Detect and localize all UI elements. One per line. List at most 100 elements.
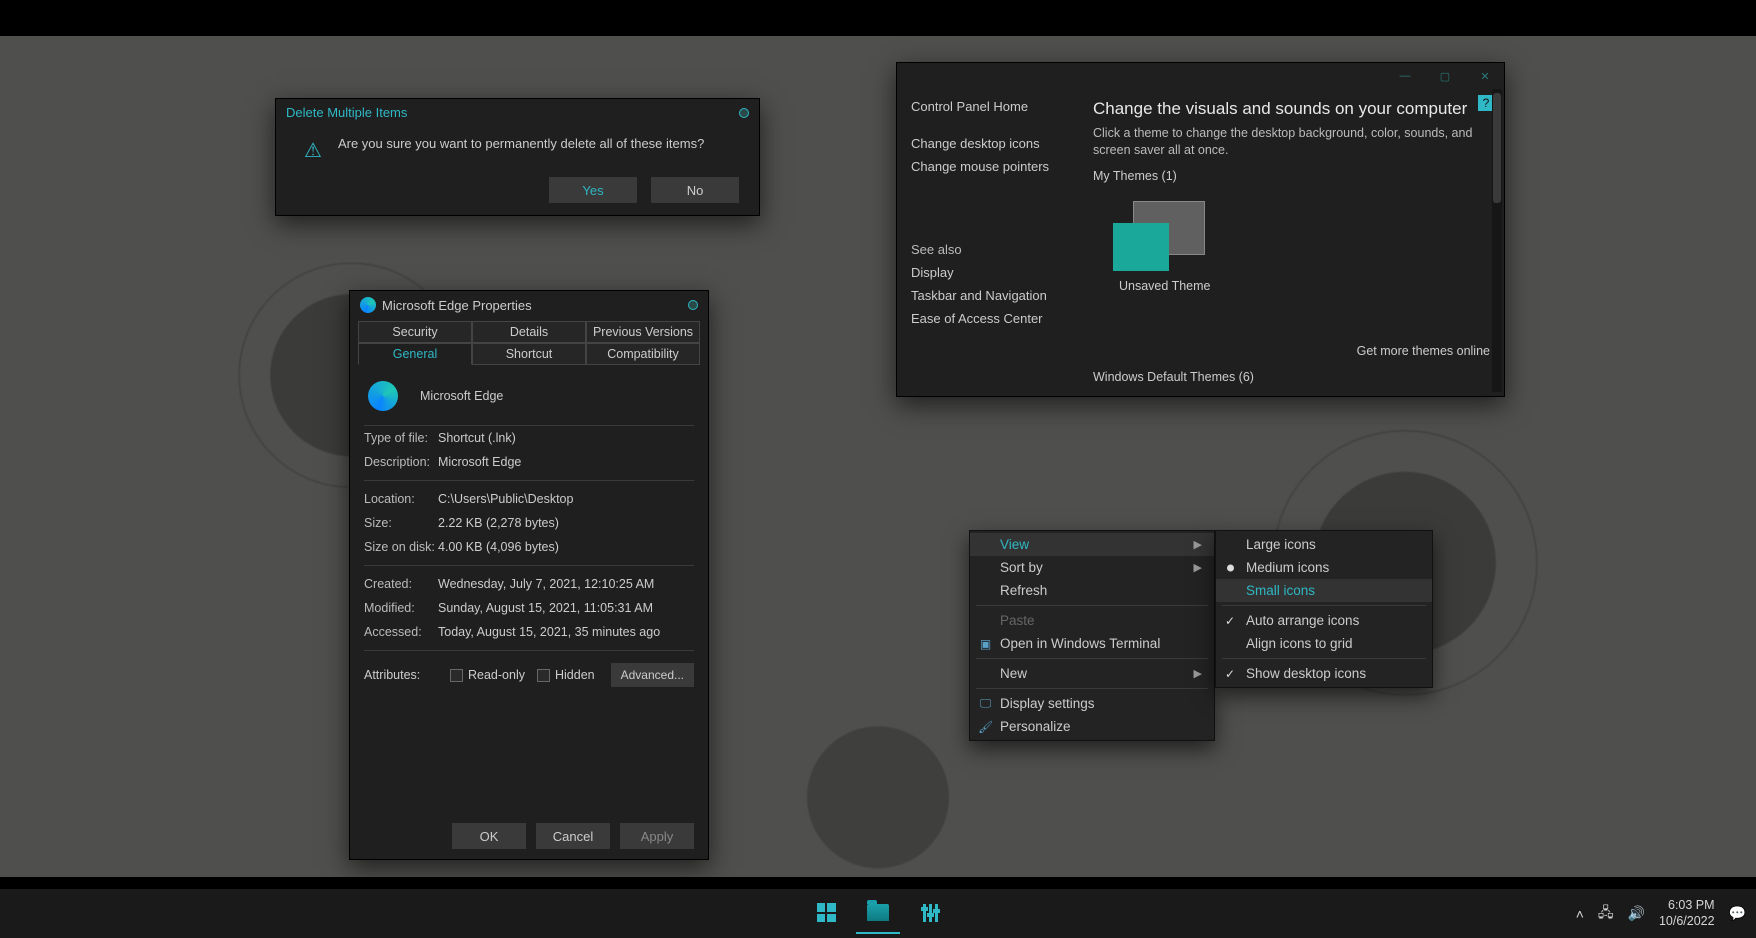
readonly-checkbox[interactable]: Read-only — [450, 668, 525, 682]
chevron-up-icon[interactable]: ˄ — [1576, 906, 1584, 922]
close-icon[interactable] — [688, 300, 698, 310]
network-icon[interactable]: 🖧 — [1598, 902, 1614, 926]
theme-name: Unsaved Theme — [1119, 277, 1494, 293]
windows-icon — [817, 903, 836, 922]
yes-button[interactable]: Yes — [549, 177, 637, 203]
maximize-icon[interactable]: ▢ — [1438, 69, 1452, 83]
control-panel-subtext: Click a theme to change the desktop back… — [1093, 125, 1494, 159]
tab-details[interactable]: Details — [472, 321, 586, 343]
separator — [976, 605, 1208, 606]
label-size-on-disk: Size on disk: — [364, 540, 438, 554]
separator — [1222, 605, 1426, 606]
no-button[interactable]: No — [651, 177, 739, 203]
chevron-right-icon: ▶ — [1194, 667, 1202, 680]
value-location: C:\Users\Public\Desktop — [438, 492, 573, 506]
desktop-context-menu: View▶ Sort by▶ Refresh Paste ▣Open in Wi… — [969, 530, 1215, 741]
chevron-right-icon: ▶ — [1194, 561, 1202, 574]
menu-display-settings[interactable]: 🖵Display settings — [970, 692, 1214, 715]
label-attributes: Attributes: — [364, 668, 438, 682]
chevron-right-icon: ▶ — [1194, 538, 1202, 551]
advanced-button[interactable]: Advanced... — [611, 663, 694, 687]
label-created: Created: — [364, 577, 438, 591]
submenu-show-desktop-icons[interactable]: ✓Show desktop icons — [1216, 662, 1432, 685]
properties-tabs: Security Details Previous Versions Gener… — [350, 319, 708, 365]
see-also-heading: See also — [911, 238, 1073, 261]
menu-refresh[interactable]: Refresh — [970, 579, 1214, 602]
clock-time: 6:03 PM — [1659, 898, 1715, 914]
control-panel-sidebar: Control Panel Home Change desktop icons … — [897, 89, 1087, 396]
display-icon: 🖵 — [978, 696, 993, 711]
volume-icon[interactable]: 🔊 — [1628, 905, 1645, 922]
folder-icon — [867, 904, 889, 921]
sidebar-display[interactable]: Display — [911, 261, 1073, 284]
sidebar-desktop-icons[interactable]: Change desktop icons — [911, 132, 1073, 155]
submenu-small-icons[interactable]: Small icons — [1216, 579, 1432, 602]
menu-paste: Paste — [970, 609, 1214, 632]
control-panel-window: — ▢ ✕ ? Control Panel Home Change deskto… — [896, 62, 1505, 397]
submenu-auto-arrange[interactable]: ✓Auto arrange icons — [1216, 609, 1432, 632]
menu-view[interactable]: View▶ — [970, 533, 1214, 556]
properties-dialog: Microsoft Edge Properties Security Detai… — [349, 290, 709, 860]
label-size: Size: — [364, 516, 438, 530]
terminal-icon: ▣ — [978, 637, 993, 651]
taskbar-clock[interactable]: 6:03 PM 10/6/2022 — [1659, 898, 1715, 929]
delete-dialog-title: Delete Multiple Items — [286, 105, 407, 120]
control-panel-main: Change the visuals and sounds on your co… — [1087, 89, 1504, 396]
notifications-icon[interactable]: 💬 — [1729, 905, 1746, 922]
warning-icon: ⚠ — [304, 138, 322, 163]
delete-dialog-message: Are you sure you want to permanently del… — [338, 136, 704, 151]
menu-sort-by[interactable]: Sort by▶ — [970, 556, 1214, 579]
hidden-checkbox[interactable]: Hidden — [537, 668, 595, 682]
sidebar-ease-of-access[interactable]: Ease of Access Center — [911, 307, 1073, 330]
delete-dialog: Delete Multiple Items ⚠ Are you sure you… — [275, 98, 760, 216]
submenu-large-icons[interactable]: Large icons — [1216, 533, 1432, 556]
view-submenu: Large icons Medium icons Small icons ✓Au… — [1215, 530, 1433, 688]
tab-previous-versions[interactable]: Previous Versions — [586, 321, 700, 343]
settings-app-button[interactable] — [908, 894, 952, 934]
scrollbar[interactable] — [1492, 89, 1502, 392]
close-icon[interactable]: ✕ — [1478, 69, 1492, 83]
properties-title: Microsoft Edge Properties — [382, 298, 532, 313]
theme-thumbnail[interactable] — [1113, 201, 1205, 271]
separator — [976, 658, 1208, 659]
letterbox-bottom — [0, 877, 1756, 889]
menu-open-terminal[interactable]: ▣Open in Windows Terminal — [970, 632, 1214, 655]
value-accessed: Today, August 15, 2021, 35 minutes ago — [438, 625, 660, 639]
value-size: 2.22 KB (2,278 bytes) — [438, 516, 559, 530]
minimize-icon[interactable]: — — [1398, 69, 1412, 83]
submenu-medium-icons[interactable]: Medium icons — [1216, 556, 1432, 579]
file-name: Microsoft Edge — [420, 389, 503, 403]
apply-button[interactable]: Apply — [620, 823, 694, 849]
sidebar-mouse-pointers[interactable]: Change mouse pointers — [911, 155, 1073, 178]
label-type: Type of file: — [364, 431, 438, 445]
system-tray: ˄ 🖧 🔊 6:03 PM 10/6/2022 💬 — [1576, 898, 1746, 929]
tab-compatibility[interactable]: Compatibility — [586, 343, 700, 365]
tab-general[interactable]: General — [358, 343, 472, 365]
separator — [976, 688, 1208, 689]
value-created: Wednesday, July 7, 2021, 12:10:25 AM — [438, 577, 654, 591]
ok-button[interactable]: OK — [452, 823, 526, 849]
letterbox-top — [0, 0, 1756, 36]
value-size-on-disk: 4.00 KB (4,096 bytes) — [438, 540, 559, 554]
file-explorer-button[interactable] — [856, 894, 900, 934]
label-location: Location: — [364, 492, 438, 506]
sliders-icon — [923, 904, 938, 922]
cancel-button[interactable]: Cancel — [536, 823, 610, 849]
menu-personalize[interactable]: 🖌Personalize — [970, 715, 1214, 738]
start-button[interactable] — [804, 894, 848, 934]
submenu-align-grid[interactable]: Align icons to grid — [1216, 632, 1432, 655]
tab-security[interactable]: Security — [358, 321, 472, 343]
sidebar-taskbar[interactable]: Taskbar and Navigation — [911, 284, 1073, 307]
more-themes-link[interactable]: Get more themes online — [1357, 344, 1490, 358]
separator — [1222, 658, 1426, 659]
edge-icon — [360, 297, 376, 313]
control-panel-heading: Change the visuals and sounds on your co… — [1093, 95, 1494, 125]
tab-shortcut[interactable]: Shortcut — [472, 343, 586, 365]
sidebar-home[interactable]: Control Panel Home — [911, 95, 1073, 118]
label-description: Description: — [364, 455, 438, 469]
close-icon[interactable] — [739, 108, 749, 118]
label-accessed: Accessed: — [364, 625, 438, 639]
value-type: Shortcut (.lnk) — [438, 431, 516, 445]
menu-new[interactable]: New▶ — [970, 662, 1214, 685]
clock-date: 10/6/2022 — [1659, 914, 1715, 930]
